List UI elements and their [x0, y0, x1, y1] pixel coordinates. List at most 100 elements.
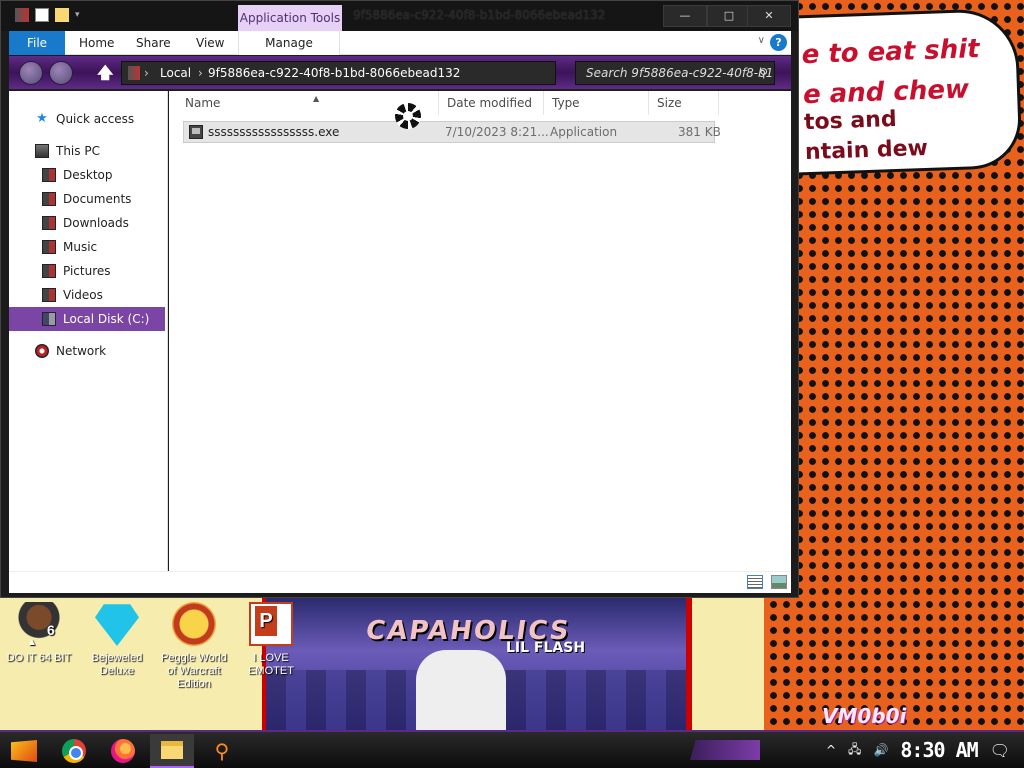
- column-header-date[interactable]: Date modified: [439, 91, 544, 115]
- network-icon: [35, 344, 49, 358]
- speech-line: tos and: [803, 106, 898, 136]
- system-tray: ^ 🖧 🔊 8:30 AM 🗨: [820, 732, 1024, 768]
- speech-line: e and chew: [802, 74, 970, 111]
- minimize-button[interactable]: —: [663, 5, 707, 27]
- sidebar-item-music[interactable]: Music: [9, 235, 165, 259]
- drive-icon: [128, 66, 140, 80]
- pictures-icon: [42, 264, 56, 278]
- sidebar-item-label: Music: [63, 240, 98, 254]
- sidebar-item-downloads[interactable]: Downloads: [9, 211, 165, 235]
- firefox-icon: [111, 739, 135, 763]
- breadcrumb-folder[interactable]: 9f5886ea-c922-40f8-b1bd-8066ebead132: [208, 62, 460, 84]
- desktop-icon-do-it-64-bit[interactable]: ▲ 6 DO IT 64 BIT: [1, 602, 77, 665]
- taskbar-firefox[interactable]: [101, 734, 145, 768]
- powerpoint-icon: [249, 602, 293, 646]
- taskbar-file-explorer[interactable]: [150, 734, 194, 768]
- notifications-icon[interactable]: 🗨: [990, 741, 1010, 760]
- help-icon[interactable]: ?: [770, 34, 787, 51]
- sidebar-item-quick-access[interactable]: ★ Quick access: [9, 107, 165, 131]
- title-bar[interactable]: ▾ Application Tools 9f5886ea-c922-40f8-b…: [1, 1, 798, 31]
- volume-icon[interactable]: 🔊: [873, 743, 888, 757]
- tray-overflow-icon[interactable]: ^: [826, 743, 836, 757]
- clock[interactable]: 8:30 AM: [900, 738, 978, 762]
- properties-icon[interactable]: [35, 8, 49, 22]
- search-icon: ⚲: [214, 739, 230, 763]
- details-view-button[interactable]: [747, 575, 763, 589]
- sidebar-item-network[interactable]: Network: [9, 339, 165, 363]
- videos-icon: [42, 288, 56, 302]
- sidebar-item-label: Pictures: [63, 264, 111, 278]
- tab-file[interactable]: File: [9, 31, 65, 55]
- sidebar-item-videos[interactable]: Videos: [9, 283, 165, 307]
- speech-line: e to eat shit: [801, 34, 981, 71]
- disk-icon: [42, 312, 56, 326]
- sidebar-item-label: Quick access: [56, 112, 135, 126]
- file-row[interactable]: sssssssssssssssss.exe 7/10/2023 8:21... …: [183, 121, 721, 143]
- network-status-icon[interactable]: 🖧: [848, 740, 861, 761]
- album-figure: [416, 650, 506, 730]
- sidebar-item-local-disk[interactable]: Local Disk (C:): [9, 307, 165, 331]
- back-button[interactable]: [19, 61, 43, 85]
- up-button[interactable]: 🡅: [97, 62, 113, 89]
- tab-home[interactable]: Home: [79, 31, 114, 55]
- breadcrumb-separator[interactable]: ›: [198, 62, 203, 84]
- sidebar-item-label: Downloads: [63, 216, 129, 230]
- file-list: Name ▲ Date modified Type Size sssssssss…: [169, 91, 791, 571]
- column-header-size[interactable]: Size: [649, 91, 719, 115]
- new-folder-icon[interactable]: [55, 8, 69, 22]
- window-title: 9f5886ea-c922-40f8-b1bd-8066ebead132: [353, 8, 606, 22]
- music-icon: [42, 240, 56, 254]
- desktop-icon-label: Bejeweled Deluxe: [91, 652, 143, 677]
- speech-line: ntain dew: [804, 135, 929, 166]
- breadcrumb-local[interactable]: Local: [160, 62, 191, 84]
- ribbon-tabs: File Home Share View Manage ∨ ?: [9, 31, 791, 55]
- navigation-pane: ★ Quick access This PC Desktop Documents…: [9, 91, 168, 571]
- forward-button[interactable]: [49, 61, 73, 85]
- sidebar-item-this-pc[interactable]: This PC: [9, 139, 165, 163]
- icon-badge: 6: [47, 622, 55, 638]
- column-header-label: Name: [185, 96, 221, 110]
- address-bar[interactable]: › Local › 9f5886ea-c922-40f8-b1bd-8066eb…: [121, 61, 556, 85]
- taskbar-search[interactable]: ⚲: [200, 734, 244, 768]
- wallpaper-panel-right: [692, 598, 764, 730]
- album-subtitle: LIL FLASH: [506, 640, 586, 656]
- search-icon[interactable]: ⚲: [759, 62, 768, 84]
- desktop-icon-label: DO IT 64 BIT: [6, 652, 72, 664]
- file-type: Application: [550, 125, 618, 139]
- close-button[interactable]: ✕: [747, 5, 791, 27]
- taskbar-chrome[interactable]: [52, 734, 96, 768]
- desktop-icon-bejeweled[interactable]: Bejeweled Deluxe: [79, 602, 155, 678]
- watermark: VM0b0i: [822, 704, 907, 728]
- tab-view[interactable]: View: [196, 31, 224, 55]
- large-icons-view-button[interactable]: [771, 575, 787, 589]
- desktop-icon-label: Peggle World of Warcraft Edition: [161, 652, 227, 690]
- desktop-icon-i-love-emotet[interactable]: I LOVE EMOTET: [233, 602, 309, 678]
- person-icon: ▲ 6: [17, 602, 61, 648]
- file-date: 7/10/2023 8:21...: [445, 125, 549, 139]
- customize-toolbar-icon[interactable]: ▾: [75, 10, 80, 20]
- chrome-icon: [62, 739, 86, 763]
- sidebar-item-label: Desktop: [63, 168, 113, 182]
- tab-manage[interactable]: Manage: [238, 31, 340, 55]
- sidebar-item-documents[interactable]: Documents: [9, 187, 165, 211]
- file-size: 381 KB: [678, 125, 721, 139]
- sort-ascending-icon: ▲: [313, 94, 320, 103]
- downloads-icon: [42, 216, 56, 230]
- column-header-type[interactable]: Type: [544, 91, 649, 115]
- quick-access-toolbar: ▾: [15, 8, 80, 22]
- busy-cursor-icon: [395, 103, 421, 129]
- tab-share[interactable]: Share: [136, 31, 171, 55]
- search-input[interactable]: Search 9f5886ea-c922-40f8-b1b... ⚲: [575, 61, 775, 85]
- status-bar: [9, 571, 791, 593]
- start-button[interactable]: [2, 734, 46, 768]
- breadcrumb-separator[interactable]: ›: [144, 62, 149, 84]
- gem-icon: [95, 604, 139, 646]
- maximize-button[interactable]: □: [707, 5, 751, 27]
- sidebar-item-desktop[interactable]: Desktop: [9, 163, 165, 187]
- speech-bubble: e to eat shit e and chew tos and ntain d…: [767, 7, 1023, 177]
- explorer-window: ▾ Application Tools 9f5886ea-c922-40f8-b…: [0, 0, 799, 598]
- window-app-icon[interactable]: [15, 8, 29, 22]
- desktop-icon-peggle[interactable]: Peggle World of Warcraft Edition: [156, 602, 232, 691]
- sidebar-item-pictures[interactable]: Pictures: [9, 259, 165, 283]
- ribbon-expand-icon[interactable]: ∨: [758, 35, 765, 46]
